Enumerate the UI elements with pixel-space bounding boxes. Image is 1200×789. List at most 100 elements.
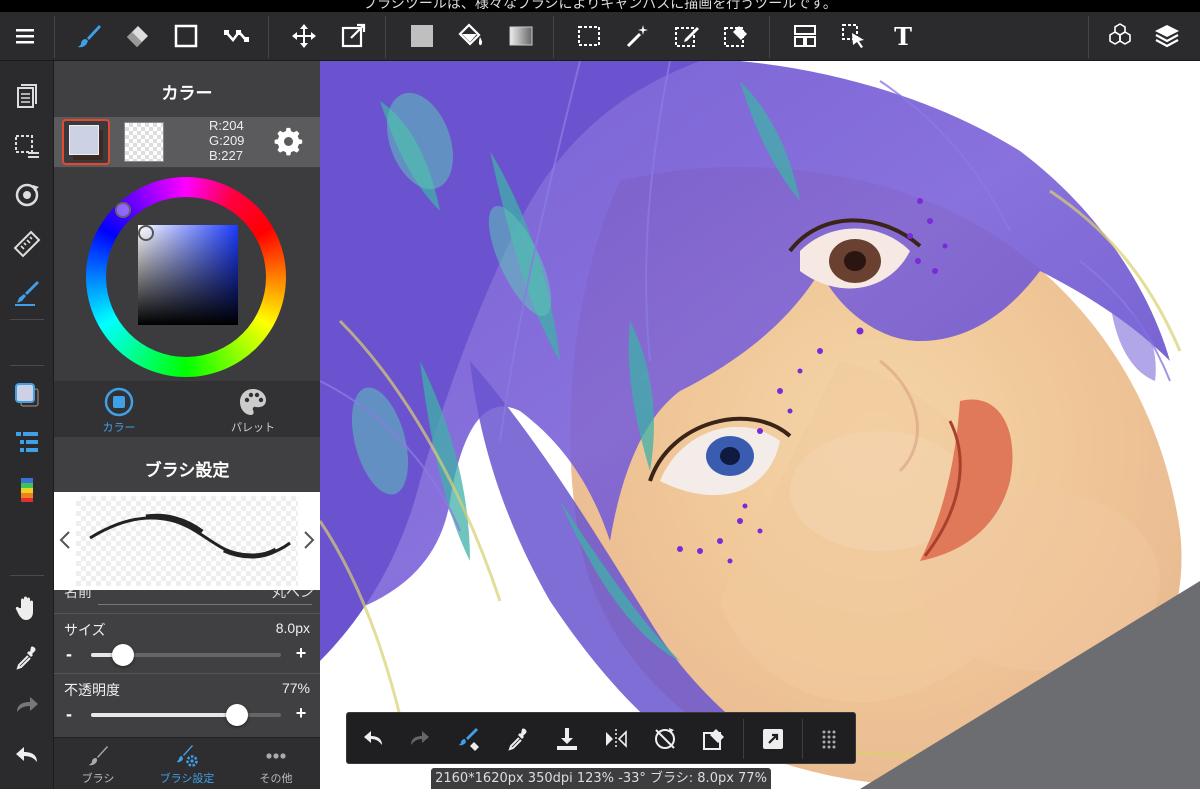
text-tool-icon[interactable]: T (884, 18, 922, 54)
rotate-reset-icon (655, 728, 675, 749)
size-setting: サイズ 8.0px - + (54, 613, 320, 671)
opacity-slider-knob[interactable] (226, 704, 249, 726)
tab-brush-settings-label: ブラシ設定 (159, 773, 215, 785)
opacity-setting: 不透明度 77% - + (54, 673, 320, 731)
canvas-status-bar: 2160*1620px 350dpi 123% -33° ブラシ: 8.0px … (431, 768, 771, 789)
eyedropper-button[interactable] (500, 721, 536, 757)
palette-icon (240, 389, 266, 415)
layer-list-icon[interactable] (8, 423, 46, 461)
tab-color[interactable]: カラー (69, 386, 169, 435)
tab-brush-settings[interactable]: ブラシ設定 (143, 744, 231, 786)
ruler-icon[interactable] (8, 225, 46, 263)
opacity-increase-button[interactable]: + (293, 703, 309, 724)
quick-bar-grip[interactable] (811, 721, 847, 757)
panel-layout-icon[interactable] (786, 18, 824, 54)
expand-button[interactable] (755, 721, 791, 757)
redo-button[interactable] (402, 721, 438, 757)
svg-text:T: T (894, 22, 912, 50)
chevron-left-icon[interactable] (58, 530, 72, 550)
brush-eraser-toggle-button[interactable] (451, 721, 487, 757)
brush-name-label: 名前 (64, 590, 92, 600)
tab-palette-label: パレット (231, 422, 275, 434)
rotate-canvas-icon[interactable] (8, 176, 46, 214)
brush-preview (54, 492, 320, 590)
hue-knob[interactable] (115, 202, 131, 218)
top-toolbar: T (0, 12, 1200, 61)
undo-icon[interactable] (8, 737, 46, 775)
flip-horizontal-button[interactable] (598, 721, 634, 757)
brush-stroke-preview (89, 513, 291, 559)
saturation-value-square[interactable] (138, 225, 238, 325)
line-tool-icon[interactable] (217, 18, 255, 54)
brush-icon (89, 746, 108, 766)
fill-color-tool-icon[interactable] (403, 18, 441, 54)
opacity-decrease-button[interactable]: - (66, 704, 80, 725)
brush-tool-icon[interactable] (70, 18, 108, 54)
color-palette-bar-icon[interactable] (8, 471, 46, 509)
3d-material-icon[interactable] (1101, 18, 1139, 54)
tab-other[interactable]: その他 (232, 744, 320, 786)
saturation-knob[interactable] (138, 225, 154, 241)
color-row: R:204 G:209 B:227 (54, 117, 320, 167)
illustration (320, 61, 1200, 789)
grip-dots-icon (822, 730, 836, 749)
rgb-readout: R:204 G:209 B:227 (209, 118, 244, 163)
tab-other-label: その他 (259, 773, 293, 785)
drawing-canvas[interactable] (320, 61, 1200, 789)
hand-tool-icon[interactable] (8, 589, 46, 627)
redo-arrow-icon (411, 731, 429, 745)
transform-tool-icon[interactable] (334, 18, 372, 54)
opacity-label: 不透明度 (64, 682, 120, 698)
size-slider[interactable] (91, 644, 281, 666)
magic-wand-icon[interactable] (619, 18, 657, 54)
tab-brush-label: ブラシ (81, 773, 115, 785)
tab-brush[interactable]: ブラシ (54, 744, 142, 786)
save-button[interactable] (549, 721, 585, 757)
gradient-tool-icon[interactable] (502, 18, 540, 54)
eyedropper-icon[interactable] (8, 638, 46, 676)
undo-button[interactable] (355, 721, 391, 757)
flip-icon (606, 729, 627, 749)
undo-arrow-icon (364, 731, 382, 745)
download-icon (557, 728, 577, 750)
quick-action-bar (346, 712, 856, 764)
snap-pen-icon[interactable] (8, 274, 46, 312)
left-tool-strip (0, 61, 54, 789)
brush-name-value: 丸ペン (272, 590, 314, 600)
color-swatch-icon[interactable] (8, 376, 46, 414)
chevron-right-icon[interactable] (302, 530, 316, 550)
shape-tool-icon[interactable] (167, 18, 205, 54)
opacity-value: 77% (281, 680, 310, 696)
tab-color-label: カラー (102, 422, 136, 434)
size-increase-button[interactable]: + (293, 643, 309, 664)
select-eraser-icon[interactable] (717, 18, 755, 54)
reset-rotation-button[interactable] (647, 721, 683, 757)
move-tool-icon[interactable] (285, 18, 323, 54)
size-label: サイズ (64, 622, 106, 638)
more-icon (266, 753, 286, 759)
opacity-slider[interactable] (91, 704, 281, 726)
transparent-color-swatch[interactable] (124, 122, 164, 162)
clear-layer-button[interactable] (696, 721, 732, 757)
bucket-tool-icon[interactable] (452, 18, 490, 54)
menu-icon[interactable] (6, 18, 44, 54)
tab-palette[interactable]: パレット (203, 386, 303, 435)
color-picker-area (54, 168, 320, 381)
hint-message-bar: ブラシツールは、様々なブラシによりキャンバスに描画を行うツールです。 (0, 0, 1200, 12)
selection-menu-icon[interactable] (8, 128, 46, 166)
panel-bottom-tabs: ブラシ ブラシ設定 その他 (54, 737, 320, 789)
page-manager-icon[interactable] (8, 78, 46, 116)
eraser-tool-icon[interactable] (118, 18, 156, 54)
redo-icon[interactable] (8, 687, 46, 725)
clear-icon (703, 729, 724, 750)
size-decrease-button[interactable]: - (66, 644, 80, 665)
operation-tool-icon[interactable] (835, 18, 873, 54)
brush-panel-title: ブラシ設定 (144, 461, 230, 480)
rgb-g: G:209 (209, 133, 245, 148)
layers-icon[interactable] (1148, 18, 1186, 54)
size-slider-knob[interactable] (112, 644, 135, 666)
select-tool-icon[interactable] (570, 18, 608, 54)
select-pen-icon[interactable] (668, 18, 706, 54)
gear-icon[interactable] (272, 125, 306, 159)
main-color-swatch[interactable] (62, 119, 110, 165)
